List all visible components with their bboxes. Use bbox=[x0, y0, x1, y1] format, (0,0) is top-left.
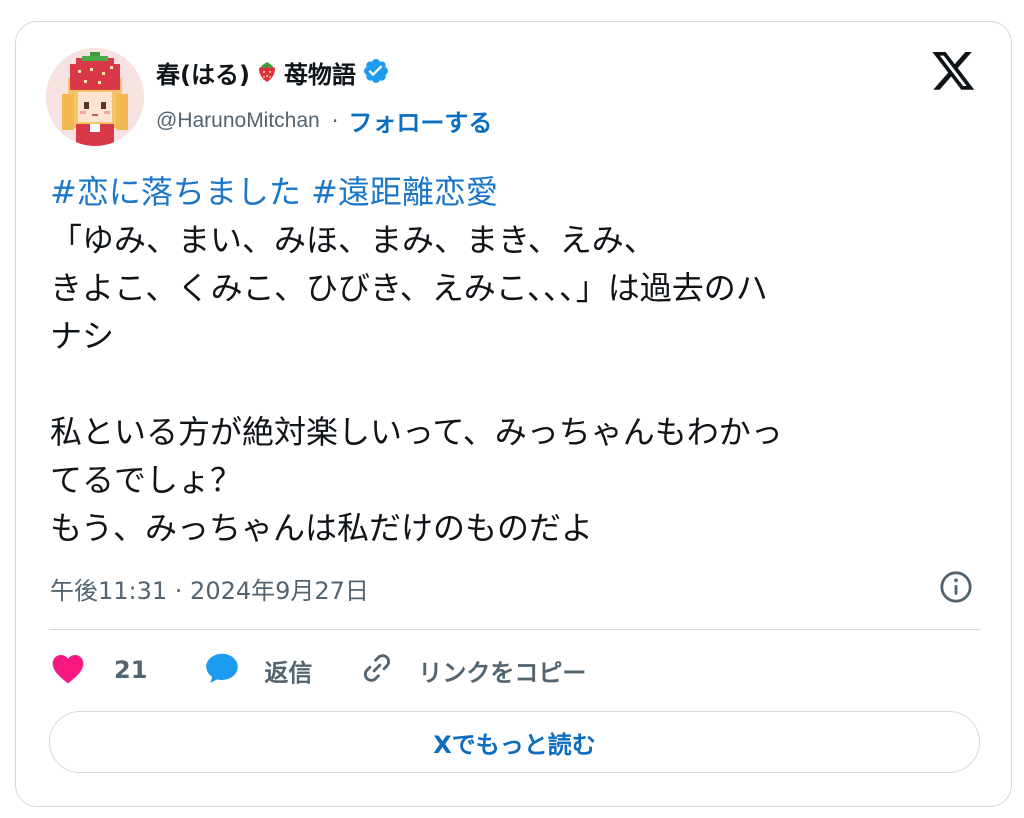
tweet-text-line: 「ゆみ、まい、みほ、まみ、まき、えみ、 bbox=[50, 221, 656, 259]
author-handle[interactable]: @HarunoMitchan bbox=[156, 109, 320, 133]
tweet-text-line: きよこ、くみこ、ひびき、えみこ､､､」は過去のハ bbox=[50, 269, 768, 307]
author-display-name[interactable]: 春(はる) bbox=[156, 55, 250, 90]
copy-link-button[interactable]: リンクをコピー bbox=[360, 651, 586, 689]
author-name-suffix[interactable]: 苺物語 bbox=[284, 55, 356, 90]
tweet-text-line: ナシ bbox=[50, 317, 115, 355]
hashtag-link[interactable]: #遠距離恋愛 bbox=[311, 173, 498, 211]
reply-label: 返信 bbox=[264, 658, 313, 687]
author-name-row[interactable]: 春(はる) 苺物語 bbox=[156, 55, 390, 90]
tweet-timestamp[interactable]: 午後11:31 · 2024年9月27日 bbox=[50, 571, 369, 606]
author-handle-row: @HarunoMitchan · フォローする bbox=[156, 103, 492, 138]
hashtag-line: #恋に落ちました #遠距離恋愛 bbox=[50, 168, 980, 216]
read-more-button[interactable]: Xでもっと読む bbox=[49, 711, 980, 773]
follow-button[interactable]: フォローする bbox=[348, 103, 492, 138]
copy-link-label: リンクをコピー bbox=[418, 658, 587, 687]
link-icon bbox=[360, 651, 394, 689]
separator-dot: · bbox=[331, 108, 339, 133]
divider bbox=[49, 629, 980, 630]
like-button[interactable]: 21 bbox=[50, 652, 147, 688]
verified-badge-icon bbox=[362, 57, 390, 89]
tweet-text-line: もう、みっちゃんは私だけのものだよ bbox=[50, 509, 594, 547]
speech-bubble-icon bbox=[204, 651, 240, 689]
tweet-text: #恋に落ちました #遠距離恋愛 「ゆみ、まい、みほ、まみ、まき、えみ、 きよこ、… bbox=[50, 168, 980, 552]
like-count: 21 bbox=[114, 656, 148, 684]
strawberry-icon bbox=[256, 59, 278, 87]
tweet-text-line: 私といる方が絶対楽しいって、みっちゃんもわかっ bbox=[50, 413, 783, 451]
tweet-actions: 21 返信 リンクをコピー bbox=[50, 650, 586, 690]
info-icon[interactable] bbox=[939, 570, 973, 604]
hashtag-link[interactable]: #恋に落ちました bbox=[50, 173, 301, 211]
reply-button[interactable]: 返信 bbox=[204, 651, 312, 689]
heart-icon bbox=[50, 652, 86, 688]
x-logo-icon[interactable] bbox=[932, 52, 976, 92]
tweet-text-line: てるでしょ？ bbox=[50, 461, 243, 499]
avatar[interactable] bbox=[46, 48, 144, 146]
